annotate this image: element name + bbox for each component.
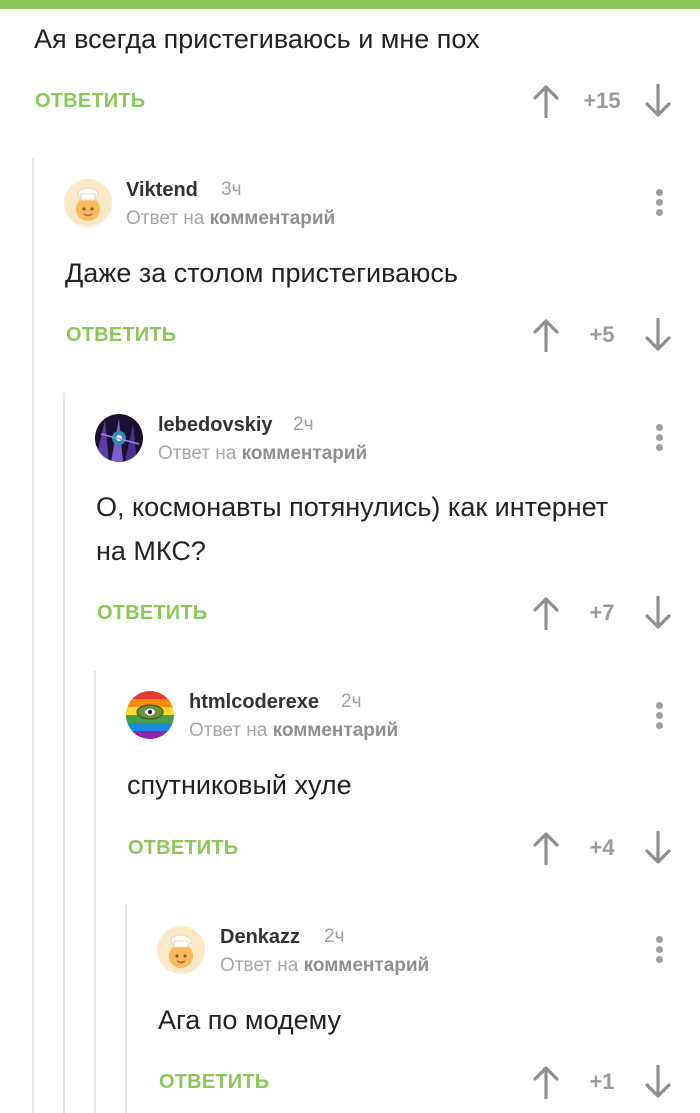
reply-button[interactable]: ОТВЕТИТЬ (35, 89, 145, 113)
thread-line (63, 393, 65, 1113)
comment-text: Ая всегда пристегиваюсь и мне пох (34, 24, 480, 54)
arrow-down-icon[interactable] (644, 84, 672, 118)
thread-line (125, 905, 127, 1113)
reply-to-link[interactable]: комментарий (273, 720, 399, 741)
comment-time: 2ч (324, 926, 345, 947)
reply-to-link[interactable]: комментарий (210, 208, 336, 229)
comment-time: 2ч (293, 414, 314, 435)
rating-count: +5 (589, 322, 615, 347)
arrow-down-icon[interactable] (644, 831, 672, 865)
arrow-up-icon[interactable] (532, 318, 560, 352)
comment-time: 3ч (221, 179, 242, 200)
comment-text: Даже за столом пристегиваюсь (65, 258, 459, 288)
avatar[interactable] (126, 691, 174, 739)
reply-to-link[interactable]: комментарий (242, 443, 368, 464)
comment-text: Ага по модему (158, 1005, 342, 1035)
reply-to-info: Ответ на комментарий (158, 442, 367, 466)
more-vertical-icon[interactable] (649, 699, 669, 733)
rating-count: +15 (583, 88, 621, 113)
rating-count: +4 (589, 835, 615, 860)
reply-to-info: Ответ на комментарий (189, 719, 398, 743)
arrow-up-icon[interactable] (532, 596, 560, 630)
arrow-down-icon[interactable] (644, 318, 672, 352)
thread-line (94, 671, 96, 1113)
username[interactable]: lebedovskiy (158, 413, 273, 437)
reply-to-info: Ответ на комментарий (220, 954, 429, 978)
more-vertical-icon[interactable] (649, 933, 669, 967)
arrow-up-icon[interactable] (532, 84, 560, 118)
thread-line (32, 158, 34, 1113)
avatar[interactable] (95, 414, 143, 462)
arrow-down-icon[interactable] (644, 596, 672, 630)
reply-to-prefix: Ответ на (158, 443, 237, 464)
more-vertical-icon[interactable] (649, 186, 669, 220)
reply-button[interactable]: ОТВЕТИТЬ (128, 836, 238, 860)
comment-time: 2ч (341, 691, 362, 712)
reply-button[interactable]: ОТВЕТИТЬ (159, 1070, 269, 1094)
rating-count: +1 (589, 1069, 615, 1094)
rating-count: +7 (589, 600, 615, 625)
reply-button[interactable]: ОТВЕТИТЬ (97, 601, 207, 625)
username[interactable]: Denkazz (220, 925, 300, 949)
avatar[interactable] (64, 179, 112, 227)
top-accent-bar (0, 0, 700, 9)
comment-text-line-2: на МКС? (96, 536, 206, 566)
comment-text: спутниковый хуле (127, 770, 352, 800)
arrow-down-icon[interactable] (644, 1065, 672, 1099)
arrow-up-icon[interactable] (532, 1065, 560, 1099)
username[interactable]: Viktend (126, 178, 198, 202)
more-vertical-icon[interactable] (649, 421, 669, 455)
reply-to-prefix: Ответ на (126, 208, 205, 229)
avatar[interactable] (157, 926, 205, 974)
arrow-up-icon[interactable] (532, 831, 560, 865)
reply-to-link[interactable]: комментарий (304, 955, 430, 976)
reply-to-info: Ответ на комментарий (126, 207, 335, 231)
reply-button[interactable]: ОТВЕТИТЬ (66, 323, 176, 347)
reply-to-prefix: Ответ на (220, 955, 299, 976)
reply-to-prefix: Ответ на (189, 720, 268, 741)
comment-text-line-1: О, космонавты потянулись) как интернет (96, 492, 609, 522)
username[interactable]: htmlcoderexe (189, 690, 319, 714)
